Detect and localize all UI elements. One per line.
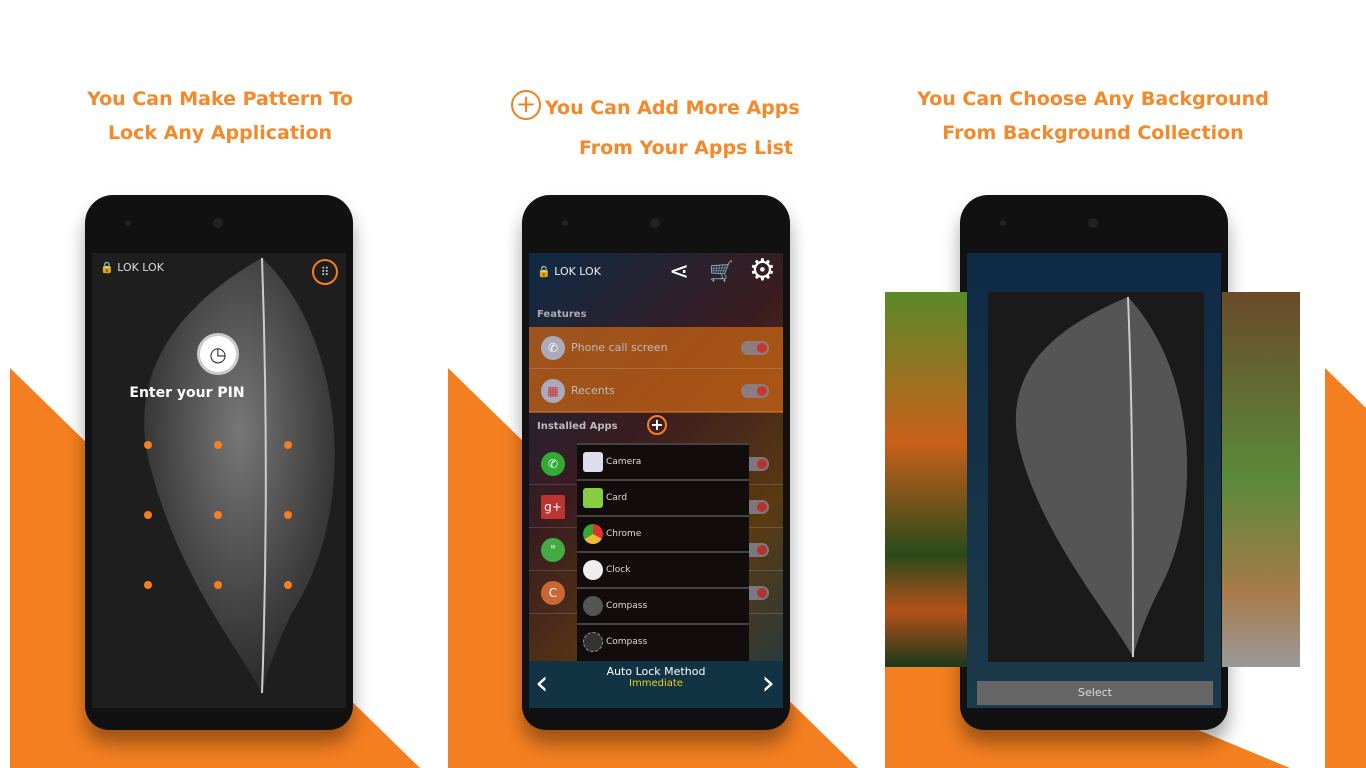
android-icon [583, 488, 603, 508]
phone-pin-screen: 🔒 LOK LOK ⠿ ◷ Enter your PIN [85, 195, 353, 730]
add-app-button[interactable]: + [647, 415, 667, 435]
previous-arrow-icon[interactable]: ‹ [535, 663, 549, 703]
chrome-icon [583, 524, 603, 544]
cart-icon[interactable]: 🛒 [709, 259, 734, 283]
popup-app-item[interactable]: Compass [577, 623, 749, 659]
toggle[interactable] [741, 383, 769, 398]
installed-header: Installed Apps [537, 421, 618, 432]
popup-app-item[interactable]: Clock [577, 551, 749, 587]
popup-app-item[interactable]: Compass [577, 587, 749, 623]
autumn-leaves-background[interactable] [885, 292, 967, 667]
phone-app-list: 🔒 LOK LOK ⋖ 🛒 ⚙ Features ✆ Phone call scr… [522, 195, 790, 730]
app-logo: 🔒 LOK LOK [537, 265, 601, 278]
lock-icon: 🔒 [100, 261, 114, 274]
caption-background: You Can Choose Any Background From Backgr… [917, 88, 1269, 144]
chipmunk-background[interactable] [1222, 292, 1300, 667]
compass-icon [583, 632, 603, 652]
app-picker-popup: Camera Card Chrome Clock Compass Compass [577, 443, 749, 661]
popup-app-item[interactable]: Chrome [577, 515, 749, 551]
keypad-icon[interactable]: ⠿ [312, 259, 338, 285]
leaf-wallpaper [92, 253, 346, 708]
pin-prompt: Enter your PIN [129, 385, 245, 401]
google-plus-icon: g+ [541, 494, 565, 519]
next-arrow-icon[interactable]: › [761, 663, 775, 703]
add-icon: + [511, 90, 541, 120]
clock-icon [583, 560, 603, 580]
lock-icon: 🔒 [537, 265, 551, 278]
chat-icon: C [541, 580, 565, 605]
camera-icon [583, 452, 603, 472]
grid-icon: ▦ [541, 378, 565, 403]
settings-icon[interactable]: ⚙ [749, 253, 776, 288]
leaf-background-selected[interactable] [988, 292, 1204, 662]
popup-app-item[interactable]: Card [577, 479, 749, 515]
caption-pattern: You Can Make Pattern To Lock Any Applicat… [87, 88, 353, 144]
toggle[interactable] [741, 340, 769, 355]
feature-row[interactable]: ▦ Recents [529, 370, 783, 412]
caption-add-apps: You Can Add More Apps From Your Apps List [545, 97, 800, 159]
share-icon[interactable]: ⋖ [669, 257, 689, 285]
feature-row[interactable]: ✆ Phone call screen [529, 327, 783, 369]
app-logo: 🔒 LOK LOK [100, 261, 164, 274]
features-header: Features [537, 309, 587, 320]
select-button[interactable]: Select [977, 681, 1213, 705]
whatsapp-icon: ✆ [541, 451, 565, 476]
popup-app-item[interactable]: Camera [577, 443, 749, 479]
clock-icon: ◷ [197, 333, 239, 375]
compass-icon [583, 596, 603, 616]
auto-lock-method[interactable]: Auto Lock Method Immediate [573, 665, 739, 689]
hangouts-icon: " [541, 537, 565, 562]
phone-icon: ✆ [541, 335, 565, 360]
